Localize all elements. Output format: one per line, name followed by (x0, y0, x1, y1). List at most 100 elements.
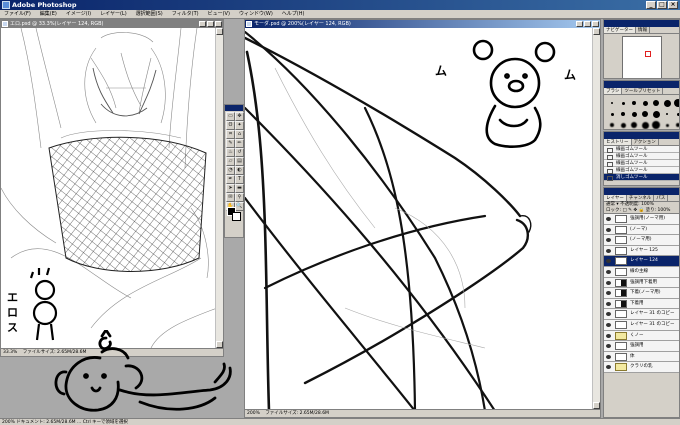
brush-preset[interactable] (673, 98, 679, 108)
layer-row[interactable]: クラリの乳 (604, 362, 679, 373)
menu-image[interactable]: イメージ(I) (66, 10, 91, 18)
blur-icon[interactable]: ◔ (226, 166, 235, 175)
layer-row[interactable]: 下着(ノーマ用) (604, 288, 679, 299)
visibility-eye-icon[interactable] (606, 238, 611, 243)
type-icon[interactable]: T (235, 175, 244, 184)
visibility-eye-icon[interactable] (606, 269, 611, 274)
tab-tool-presets[interactable]: ツールプリセット (622, 88, 664, 94)
menu-view[interactable]: ビュー(V) (208, 10, 230, 18)
document-title-right[interactable]: モーダ.psd @ 200%(レイヤー 124, RGB) (245, 20, 600, 28)
brush-preset[interactable] (640, 120, 650, 129)
eyedropper-icon[interactable]: ⚲ (235, 193, 244, 202)
visibility-eye-icon[interactable] (606, 291, 611, 296)
zoom-icon[interactable]: 🔍 (235, 202, 244, 211)
background-color-swatch[interactable] (232, 212, 241, 221)
brush-preset[interactable] (673, 120, 679, 129)
maximize-button[interactable]: □ (657, 1, 667, 9)
brush-preset[interactable] (618, 98, 628, 108)
layer-row[interactable]: 線の主線 (604, 266, 679, 278)
history-row[interactable]: 線画ゴムツール (604, 160, 679, 167)
brush-preset[interactable] (629, 98, 639, 108)
layer-row[interactable]: 強調用(ノーマ用) (604, 214, 679, 225)
dodge-icon[interactable]: ◐ (235, 166, 244, 175)
pencil-icon[interactable]: ✏ (235, 139, 244, 148)
canvas-left[interactable]: エ ロ ス (1, 28, 215, 348)
gradient-icon[interactable]: ▤ (235, 157, 244, 166)
vertical-scrollbar-right[interactable] (592, 28, 600, 409)
brush-preset[interactable] (607, 98, 617, 108)
menu-filter[interactable]: フィルタ(T) (172, 10, 199, 18)
visibility-eye-icon[interactable] (606, 259, 611, 264)
brush-preset[interactable] (662, 120, 672, 129)
tab-brushes[interactable]: ブラシ (604, 88, 623, 94)
visibility-eye-icon[interactable] (606, 322, 611, 327)
visibility-eye-icon[interactable] (606, 344, 611, 349)
close-button[interactable]: × (668, 1, 678, 9)
brush-preset[interactable] (629, 120, 639, 129)
brushes-palette-titlebar[interactable] (604, 81, 679, 88)
tab-channels[interactable]: チャンネル (627, 195, 655, 201)
visibility-eye-icon[interactable] (606, 248, 611, 253)
visibility-eye-icon[interactable] (606, 312, 611, 317)
tab-navigator[interactable]: ナビゲーター (604, 27, 636, 33)
layer-row[interactable]: レイヤー 125 (604, 245, 679, 257)
vertical-scrollbar-left[interactable] (215, 28, 223, 348)
history-row[interactable]: 線画ゴムツール (604, 146, 679, 153)
canvas-right[interactable]: ム ム (245, 28, 592, 409)
visibility-eye-icon[interactable] (606, 227, 611, 232)
brush-preset[interactable] (651, 120, 661, 129)
visibility-eye-icon[interactable] (606, 333, 611, 338)
history-brush-icon[interactable]: ↺ (235, 148, 244, 157)
navigator-palette-titlebar[interactable] (604, 20, 679, 27)
brush-preset[interactable] (618, 109, 628, 119)
layer-row[interactable]: くノー (604, 330, 679, 342)
visibility-eye-icon[interactable] (606, 217, 611, 221)
menu-help[interactable]: ヘルプ(H) (282, 10, 305, 18)
document-title-left[interactable]: エロ.psd @ 33.3%(レイヤー 124, RGB) (1, 20, 223, 28)
tab-paths[interactable]: パス (654, 195, 669, 201)
layer-row[interactable]: 強調用 (604, 341, 679, 352)
magic-wand-icon[interactable]: ✦ (235, 121, 244, 130)
brush-preset[interactable] (640, 109, 650, 119)
layer-row[interactable]: 下着用 (604, 298, 679, 310)
layer-row[interactable]: レイヤー 124 (604, 256, 679, 267)
brush-preset[interactable] (607, 109, 617, 119)
brush-preset[interactable] (640, 98, 650, 108)
layer-row[interactable]: 体 (604, 351, 679, 363)
tab-history[interactable]: ヒストリー (604, 139, 632, 145)
slice-icon[interactable]: ⌂ (235, 130, 244, 139)
brush-preset[interactable] (673, 109, 679, 119)
tab-actions[interactable]: アクション (632, 139, 659, 145)
menu-edit[interactable]: 編集(E) (40, 10, 57, 18)
brush-preset[interactable] (618, 120, 628, 129)
visibility-eye-icon[interactable] (606, 365, 611, 370)
actions-palette-titlebar[interactable] (604, 132, 679, 139)
brush-icon[interactable]: ✎ (226, 139, 235, 148)
navigator-thumbnail[interactable] (622, 36, 662, 78)
history-row[interactable]: 線画ゴムツール (604, 153, 679, 160)
navigator-view-box[interactable] (645, 51, 651, 57)
shape-icon[interactable]: ▬ (235, 184, 244, 193)
pen-icon[interactable]: ✒ (226, 175, 235, 184)
move-icon[interactable]: ✥ (235, 112, 244, 121)
visibility-eye-icon[interactable] (606, 301, 611, 306)
layer-row[interactable]: 強調用下着用 (604, 277, 679, 289)
path-select-icon[interactable]: ➤ (226, 184, 235, 193)
menu-window[interactable]: ウィンドウ(W) (239, 10, 273, 18)
brush-preset[interactable] (607, 120, 617, 129)
layer-row[interactable]: (ノーマ) (604, 224, 679, 236)
layer-row[interactable]: (ノーマ用) (604, 235, 679, 246)
brush-preset[interactable] (651, 98, 661, 108)
document-window-right[interactable]: モーダ.psd @ 200%(レイヤー 124, RGB) ム ム 200% フ… (244, 19, 601, 418)
layer-row[interactable]: レイヤー 31 のコピー (604, 319, 679, 331)
tab-info[interactable]: 情報 (636, 27, 650, 33)
tab-layers[interactable]: レイヤー (604, 195, 627, 201)
stamp-icon[interactable]: ♨ (226, 148, 235, 157)
history-row[interactable]: 消しゴムツール (604, 174, 679, 181)
layer-options[interactable]: 通常 ▾ 不透明度: 100% ロック: □ ✎ ✥ 🔒 塗り: 100% (604, 202, 679, 214)
lasso-icon[interactable]: ʘ (226, 121, 235, 130)
document-window-left[interactable]: エロ.psd @ 33.3%(レイヤー 124, RGB) エ ロ ス 33.3… (0, 19, 224, 357)
layer-row[interactable]: レイヤー 31 のコピー (604, 309, 679, 320)
history-row[interactable]: 線画ゴムツール (604, 167, 679, 174)
visibility-eye-icon[interactable] (606, 280, 611, 285)
